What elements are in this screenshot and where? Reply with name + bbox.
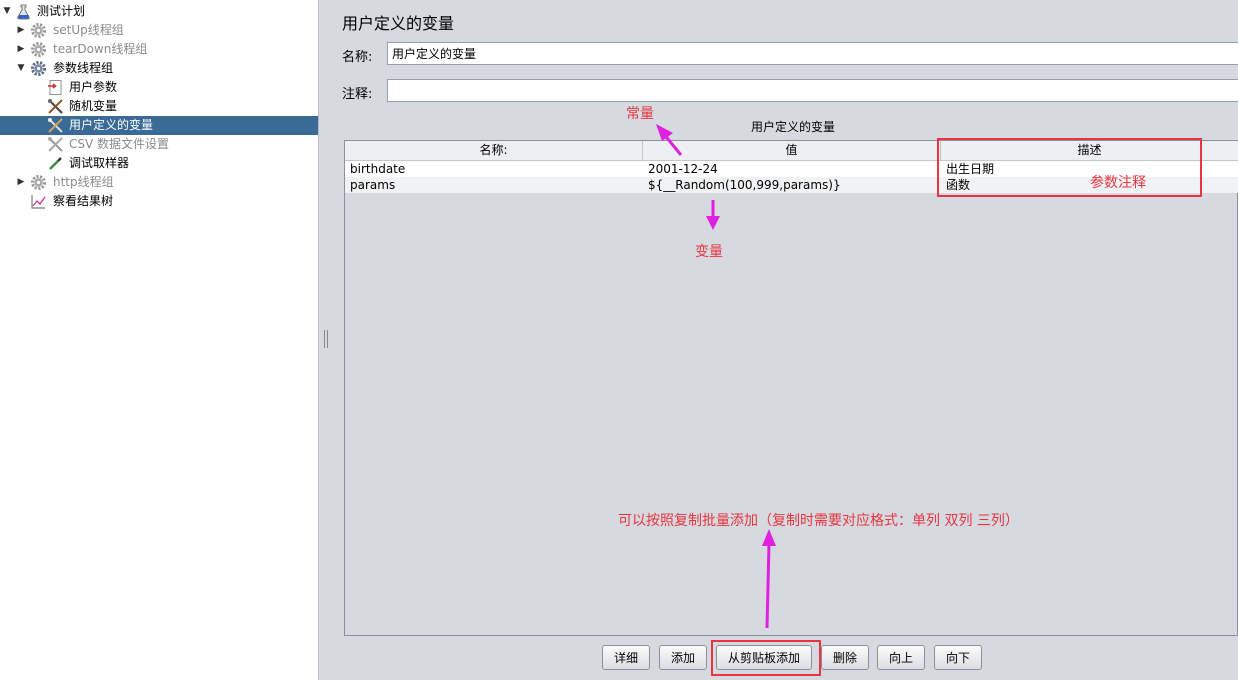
config-panel: 用户定义的变量 名称: 注释: 用户定义的变量 名称: 值 描述 birthda… (331, 0, 1238, 680)
move-up-button[interactable]: 向上 (877, 645, 925, 670)
tree-node-teardown-thread-group[interactable]: ▶ tearDown线程组 (0, 40, 318, 59)
chart-icon (31, 195, 46, 209)
tree-node-user-parameters[interactable]: 用户参数 (0, 78, 318, 97)
tree-node-setup-thread-group[interactable]: ▶ setUp线程组 (0, 21, 318, 40)
column-header-value[interactable]: 值 (643, 141, 941, 160)
pipette-icon (49, 157, 62, 170)
cell-name[interactable]: params (345, 177, 643, 193)
flask-icon (17, 4, 30, 20)
tools-icon (48, 118, 63, 133)
comment-field[interactable] (387, 79, 1238, 102)
variables-table[interactable]: 名称: 值 描述 birthdate 2001-12-24 出生日期 param… (344, 140, 1238, 636)
tree-node-random-variable[interactable]: 随机变量 (0, 97, 318, 116)
gear-icon (31, 42, 46, 57)
tree-node-label: http线程组 (53, 175, 114, 189)
tree-node-csv-data-set[interactable]: CSV 数据文件设置 (0, 135, 318, 154)
pane-splitter[interactable] (319, 0, 331, 680)
tree-node-label: 调试取样器 (69, 156, 130, 170)
gear-icon (31, 175, 46, 190)
tree-node-label: 察看结果树 (53, 194, 114, 208)
add-button[interactable]: 添加 (659, 645, 707, 670)
name-field[interactable] (387, 42, 1238, 65)
cell-name[interactable]: birthdate (345, 161, 643, 177)
collapse-toggle-icon[interactable]: ▼ (16, 59, 26, 78)
gear-icon (31, 61, 46, 76)
tree-node-view-results-tree[interactable]: 察看结果树 (0, 192, 318, 211)
page-title: 用户定义的变量 (342, 14, 455, 33)
name-label: 名称: (342, 50, 373, 65)
move-down-button[interactable]: 向下 (934, 645, 982, 670)
column-header-name[interactable]: 名称: (345, 141, 643, 160)
tools-icon (48, 137, 63, 152)
detail-button[interactable]: 详细 (602, 645, 650, 670)
cell-description[interactable]: 出生日期 (941, 161, 1238, 177)
tree-node-label: CSV 数据文件设置 (69, 137, 170, 151)
column-header-description[interactable]: 描述 (941, 141, 1238, 160)
expand-toggle-icon[interactable]: ▶ (16, 40, 26, 59)
tree-node-debug-sampler[interactable]: 调试取样器 (0, 154, 318, 173)
add-from-clipboard-button[interactable]: 从剪贴板添加 (716, 645, 812, 670)
tree-node-label: 参数线程组 (53, 61, 114, 75)
tree-node-label: 随机变量 (69, 99, 118, 113)
table-header: 名称: 值 描述 (345, 141, 1238, 161)
tree-node-test-plan[interactable]: ▼ 测试计划 (0, 2, 318, 21)
comment-label: 注释: (342, 87, 373, 102)
expand-toggle-icon[interactable]: ▶ (16, 173, 26, 192)
cell-value[interactable]: 2001-12-24 (643, 161, 941, 177)
test-plan-tree[interactable]: ▼ 测试计划 ▶ setUp线程组 ▶ tearDown线程组 ▼ 参数线程组 (0, 0, 319, 680)
tree-node-http-thread-group[interactable]: ▶ http线程组 (0, 173, 318, 192)
tree-node-label: tearDown线程组 (53, 42, 148, 56)
tools-icon (48, 99, 63, 114)
cell-value[interactable]: ${__Random(100,999,params)} (643, 177, 941, 193)
cell-description[interactable]: 函数 (941, 177, 1238, 193)
tree-node-label: setUp线程组 (53, 23, 124, 37)
collapse-toggle-icon[interactable]: ▼ (2, 2, 12, 21)
tree-node-label: 用户定义的变量 (69, 118, 154, 132)
splitter-grip[interactable] (324, 330, 328, 348)
expand-toggle-icon[interactable]: ▶ (16, 21, 26, 40)
table-caption: 用户定义的变量 (751, 120, 836, 134)
tree-node-param-thread-group[interactable]: ▼ 参数线程组 (0, 59, 318, 78)
gear-icon (31, 23, 46, 38)
table-row[interactable]: params ${__Random(100,999,params)} 函数 (345, 177, 1238, 193)
tree-node-user-defined-variables[interactable]: 用户定义的变量 (0, 116, 318, 135)
tree-node-label: 用户参数 (69, 80, 118, 94)
table-row[interactable]: birthdate 2001-12-24 出生日期 (345, 161, 1238, 177)
delete-button[interactable]: 删除 (821, 645, 869, 670)
tree-node-label: 测试计划 (37, 4, 86, 18)
document-arrow-icon (48, 80, 62, 95)
